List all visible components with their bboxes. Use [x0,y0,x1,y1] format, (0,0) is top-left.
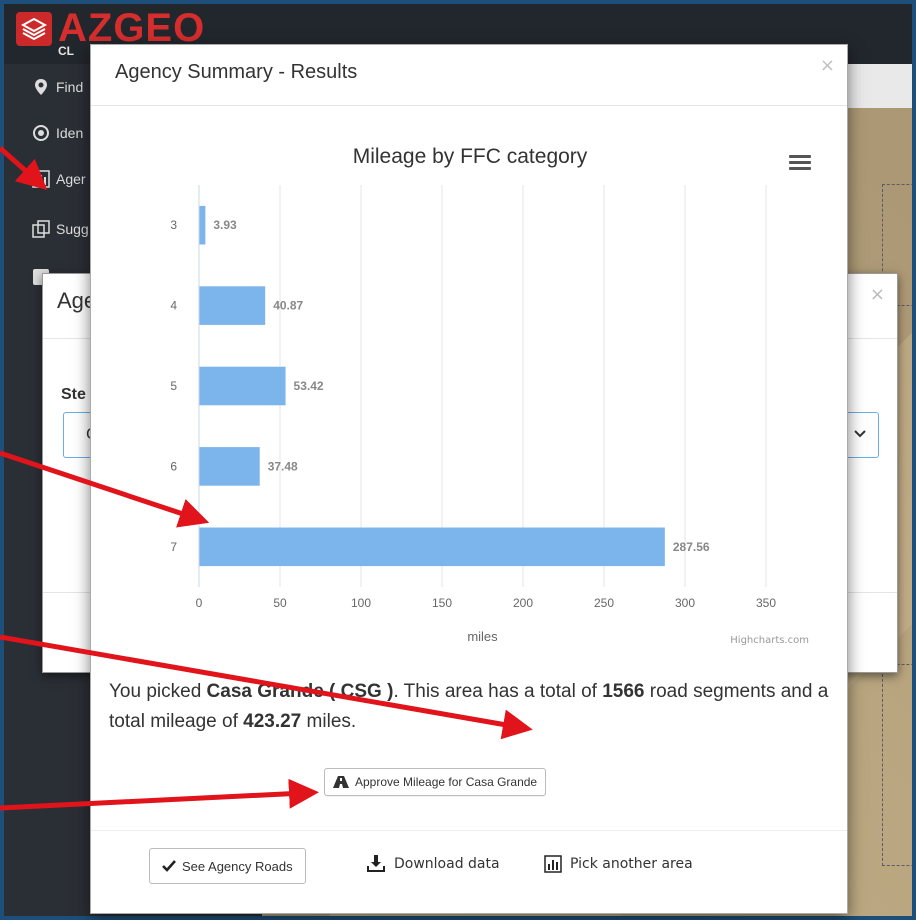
sidebar-item-suggest[interactable]: Sugg [4,212,104,248]
y-tick-label: 3 [170,218,177,232]
x-tick-label: 100 [351,596,371,610]
divider [91,105,847,106]
x-tick-label: 350 [756,596,776,610]
divider [91,830,847,831]
bar [199,286,266,325]
data-label: 40.87 [273,299,303,313]
pick-another-area-label: Pick another area [570,856,693,872]
y-tick-label: 6 [170,459,177,473]
see-agency-roads-button[interactable]: See Agency Roads [149,848,306,884]
bar [199,366,286,406]
sidebar-item-label: Find [56,79,84,95]
chart-svg: 0 50 100 150 200 250 300 350 3 3.93 4 40.87 5 53.42 6 3… [170,185,776,644]
sidebar-item-label: Ager [56,171,86,187]
sidebar-item-find[interactable]: Find [4,70,104,106]
step-label: Ste [61,386,86,403]
copy-icon [32,220,50,238]
close-icon[interactable]: × [820,55,835,76]
bar-chart-icon [544,855,562,873]
chart-credit[interactable]: Highcharts.com [730,635,809,646]
bar [199,527,665,567]
bar-chart-icon [32,170,50,188]
agency-name: Casa Grande ( CSG ) [206,681,394,702]
data-label: 53.42 [294,379,324,393]
map-marker-icon [35,79,47,95]
layers-icon [16,12,52,46]
sidebar-item-label: Sugg [56,221,89,237]
sidebar-item-label: Iden [56,125,84,141]
chevron-down-icon [854,430,866,438]
bar [199,205,206,245]
x-tick-label: 150 [432,596,452,610]
total-mileage: 423.27 [243,711,302,732]
pick-another-area-button[interactable]: Pick another area [544,855,693,873]
download-data-label: Download data [394,856,500,872]
y-tick-label: 4 [170,299,177,313]
check-icon [162,860,176,872]
approve-mileage-label: Approve Mileage for Casa Grande [355,775,538,789]
modal-title: Agency Summary - Results [115,61,358,83]
logo-subtext: CL [58,44,74,58]
sidebar-item-identify[interactable]: Iden [4,116,104,152]
summary-text: You picked Casa Grande ( CSG ). This are… [109,677,829,737]
download-data-button[interactable]: Download data [366,855,500,873]
x-axis-title: miles [467,629,498,644]
summary-middle: . This area has a total of [393,681,603,702]
sidebar-item-agency[interactable]: Ager [4,162,104,198]
x-tick-label: 50 [273,596,287,610]
data-label: 37.48 [268,459,298,473]
summary-prefix: You picked [109,681,207,702]
x-tick-label: 250 [594,596,614,610]
x-tick-label: 200 [513,596,533,610]
road-icon [333,776,349,788]
bar [199,447,260,486]
see-agency-roads-label: See Agency Roads [182,858,293,874]
data-label: 3.93 [213,218,237,232]
download-icon [367,855,385,872]
approve-mileage-button[interactable]: Approve Mileage for Casa Grande [324,768,547,796]
target-icon [33,125,49,141]
close-icon[interactable]: × [870,284,885,305]
summary-suffix: miles. [301,711,357,732]
y-tick-label: 5 [170,379,177,393]
y-tick-label: 7 [170,540,177,554]
agency-summary-modal: Agency Summary - Results × Mileage by FF… [90,44,848,914]
x-tick-label: 0 [196,596,203,610]
segment-count: 1566 [602,681,645,702]
mileage-chart: Mileage by FFC category 0 50 100 150 200 250 3… [111,125,829,655]
map-boundary [882,664,912,866]
data-label: 287.56 [673,540,710,554]
x-tick-label: 300 [675,596,695,610]
